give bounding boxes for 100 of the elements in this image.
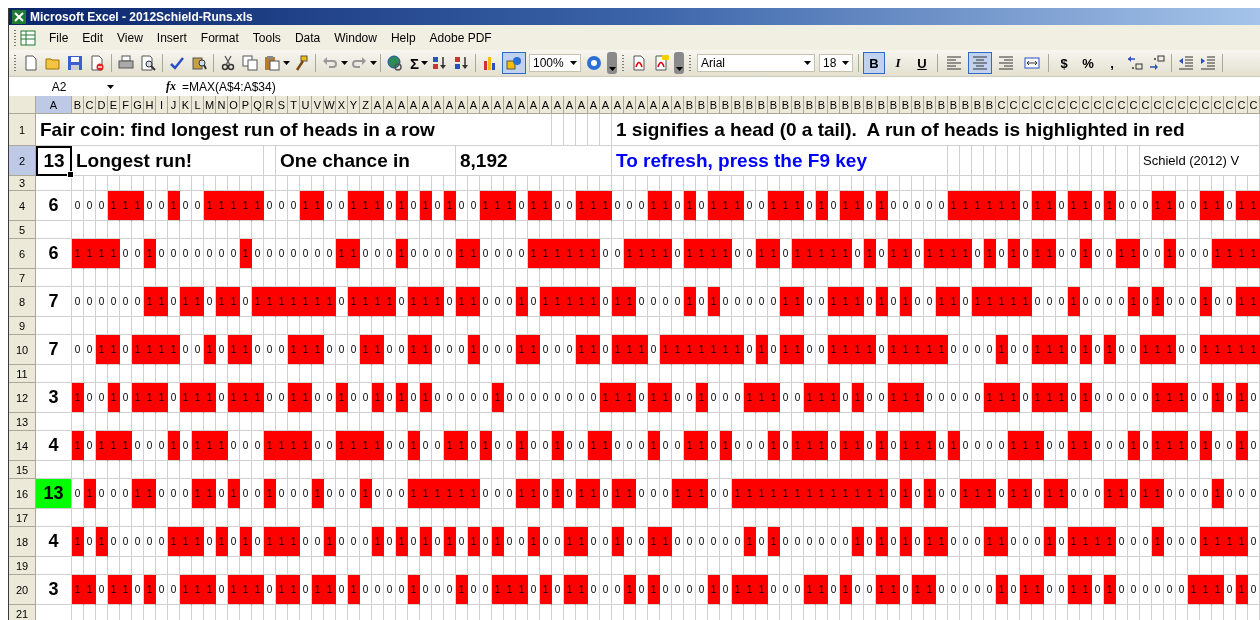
- print-icon[interactable]: [118, 55, 134, 71]
- grip-handle[interactable]: [622, 54, 625, 72]
- column-header[interactable]: N: [216, 96, 228, 114]
- column-header[interactable]: A: [372, 96, 384, 114]
- caret-icon[interactable]: [341, 61, 348, 65]
- font-field[interactable]: Arial: [697, 54, 815, 72]
- menu-item[interactable]: View: [110, 28, 150, 47]
- paintbrush-icon[interactable]: [293, 55, 309, 71]
- column-header[interactable]: A: [612, 96, 624, 114]
- column-header[interactable]: C: [1140, 96, 1152, 114]
- column-header[interactable]: B: [972, 96, 984, 114]
- column-header[interactable]: A: [444, 96, 456, 114]
- selected-cell[interactable]: 13: [36, 146, 72, 176]
- copy-icon[interactable]: [242, 55, 258, 71]
- autosum-button[interactable]: Σ: [410, 54, 419, 72]
- menu-item[interactable]: Data: [287, 28, 328, 47]
- row-header[interactable]: 9: [9, 317, 36, 335]
- comma-style-button[interactable]: ,: [1101, 52, 1123, 74]
- row-header[interactable]: 16: [9, 479, 36, 509]
- row-header[interactable]: 10: [9, 335, 36, 365]
- pdf-document-icon[interactable]: [631, 55, 647, 71]
- column-header[interactable]: C: [1044, 96, 1056, 114]
- row-header[interactable]: 21: [9, 605, 36, 620]
- column-header[interactable]: A: [420, 96, 432, 114]
- row-header[interactable]: 7: [9, 269, 36, 287]
- column-header[interactable]: C: [1236, 96, 1248, 114]
- column-header[interactable]: C: [1164, 96, 1176, 114]
- column-header[interactable]: B: [900, 96, 912, 114]
- caret-icon[interactable]: [570, 61, 577, 65]
- caret-icon[interactable]: [608, 67, 616, 71]
- column-header[interactable]: I: [156, 96, 168, 114]
- underline-button[interactable]: U: [911, 52, 933, 74]
- column-header[interactable]: A: [492, 96, 504, 114]
- column-header[interactable]: B: [684, 96, 696, 114]
- column-header[interactable]: A: [660, 96, 672, 114]
- row-header[interactable]: 13: [9, 413, 36, 431]
- column-header[interactable]: A: [528, 96, 540, 114]
- column-header[interactable]: B: [948, 96, 960, 114]
- formula-field[interactable]: =MAX(A$4:A$34): [182, 79, 276, 94]
- menu-item[interactable]: Help: [383, 28, 423, 47]
- row-header[interactable]: 12: [9, 383, 36, 413]
- column-header[interactable]: A: [540, 96, 552, 114]
- column-header[interactable]: B: [792, 96, 804, 114]
- globe-link-icon[interactable]: [387, 55, 403, 71]
- row-header[interactable]: 19: [9, 557, 36, 575]
- column-header[interactable]: B: [708, 96, 720, 114]
- column-header[interactable]: B: [828, 96, 840, 114]
- column-header[interactable]: A: [36, 96, 72, 114]
- row-header[interactable]: 2: [9, 146, 36, 176]
- menu-item[interactable]: Tools: [245, 28, 288, 47]
- column-header[interactable]: C: [1008, 96, 1020, 114]
- column-header[interactable]: A: [636, 96, 648, 114]
- row-header[interactable]: 8: [9, 287, 36, 317]
- column-header[interactable]: B: [816, 96, 828, 114]
- font-size-field[interactable]: 18: [819, 54, 853, 72]
- column-header[interactable]: B: [744, 96, 756, 114]
- menu-item[interactable]: Window: [327, 28, 384, 47]
- column-header[interactable]: B: [720, 96, 732, 114]
- column-header[interactable]: C: [1188, 96, 1200, 114]
- increase-decimal-icon[interactable]: [1127, 55, 1143, 71]
- column-header[interactable]: Z: [360, 96, 372, 114]
- column-header[interactable]: A: [648, 96, 660, 114]
- column-header[interactable]: B: [960, 96, 972, 114]
- caret-icon[interactable]: [370, 61, 377, 65]
- column-header[interactable]: C: [1116, 96, 1128, 114]
- column-header[interactable]: P: [240, 96, 252, 114]
- column-header[interactable]: A: [396, 96, 408, 114]
- column-header[interactable]: C: [1248, 96, 1260, 114]
- percent-button[interactable]: %: [1077, 52, 1099, 74]
- column-header[interactable]: C: [1200, 96, 1212, 114]
- column-header[interactable]: C: [1032, 96, 1044, 114]
- column-header[interactable]: A: [588, 96, 600, 114]
- column-header[interactable]: B: [852, 96, 864, 114]
- row-header[interactable]: 17: [9, 509, 36, 527]
- help-icon[interactable]: [586, 55, 602, 71]
- column-header[interactable]: A: [552, 96, 564, 114]
- column-header[interactable]: Q: [252, 96, 264, 114]
- toolbar-options-button[interactable]: [607, 52, 617, 74]
- column-header[interactable]: A: [408, 96, 420, 114]
- column-header[interactable]: B: [840, 96, 852, 114]
- menu-item[interactable]: Format: [193, 28, 246, 47]
- pdf-comment-icon[interactable]: [653, 55, 669, 71]
- caret-icon[interactable]: [421, 61, 428, 65]
- column-header[interactable]: D: [96, 96, 108, 114]
- column-header[interactable]: C: [1212, 96, 1224, 114]
- column-header[interactable]: K: [180, 96, 192, 114]
- column-header[interactable]: B: [696, 96, 708, 114]
- row-header[interactable]: 11: [9, 365, 36, 383]
- column-header[interactable]: H: [144, 96, 156, 114]
- sort-descending-icon[interactable]: [453, 55, 469, 71]
- column-header[interactable]: C: [1176, 96, 1188, 114]
- column-header[interactable]: B: [912, 96, 924, 114]
- column-header[interactable]: B: [936, 96, 948, 114]
- spelling-check-icon[interactable]: [169, 55, 185, 71]
- column-header[interactable]: A: [672, 96, 684, 114]
- column-header[interactable]: T: [288, 96, 300, 114]
- column-header[interactable]: A: [624, 96, 636, 114]
- insert-function-button[interactable]: fx: [166, 79, 176, 94]
- column-header[interactable]: S: [276, 96, 288, 114]
- decrease-indent-icon[interactable]: [1178, 55, 1194, 71]
